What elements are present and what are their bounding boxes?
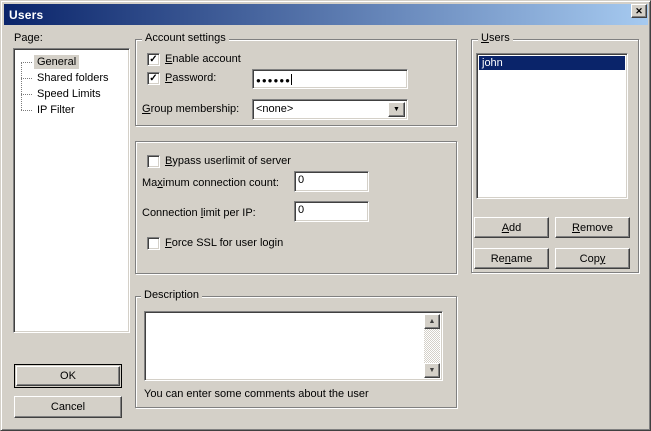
remove-user-button[interactable]: Remove (555, 217, 630, 238)
bypass-userlimit-label: Bypass userlimit of server (165, 155, 291, 168)
description-scrollbar[interactable]: ▲ ▼ (424, 314, 440, 378)
tree-item-label: General (34, 55, 79, 69)
password-input[interactable]: ●●●●●● (252, 69, 408, 89)
ip-limit-input[interactable]: 0 (294, 201, 369, 222)
password-dots: ●●●●●● (256, 76, 291, 85)
description-caption: You can enter some comments about the us… (144, 388, 369, 400)
tree-guide-line (21, 62, 22, 110)
description-textarea[interactable]: ▲ ▼ (144, 311, 443, 381)
tree-item-speed-limits[interactable]: Speed Limits (14, 86, 129, 102)
force-ssl-label: Force SSL for user login (165, 237, 283, 250)
ok-button-label: OK (60, 370, 76, 382)
tree-item-shared-folders[interactable]: Shared folders (14, 70, 129, 86)
tree-item-label: Speed Limits (34, 87, 104, 101)
scroll-up-button[interactable]: ▲ (424, 314, 440, 329)
checkmark-icon: ✓ (149, 54, 157, 65)
password-checkbox[interactable]: ✓ (147, 72, 160, 85)
users-dialog: Users ✕ Page: General Shared folders Spe… (0, 0, 651, 431)
tree-item-general[interactable]: General (14, 54, 129, 70)
password-label: Password: (165, 72, 216, 85)
add-user-button[interactable]: Add (474, 217, 549, 238)
window-title: Users (4, 8, 43, 22)
user-list-item[interactable]: john (479, 56, 625, 70)
cancel-button[interactable]: Cancel (14, 396, 122, 418)
tree-connector (21, 94, 32, 95)
ok-button[interactable]: OK (16, 366, 120, 386)
user-name: john (482, 57, 503, 69)
account-settings-title: Account settings (142, 32, 229, 45)
scroll-down-button[interactable]: ▼ (424, 363, 440, 378)
page-tree[interactable]: General Shared folders Speed Limits IP F… (13, 48, 130, 333)
group-membership-label: Group membership: (142, 103, 239, 115)
rename-user-button-label: Rename (491, 253, 533, 265)
close-button[interactable]: ✕ (631, 4, 647, 18)
tree-connector (21, 110, 32, 111)
enable-account-checkbox[interactable]: ✓ (147, 53, 160, 66)
title-bar[interactable]: Users (4, 4, 648, 25)
bypass-userlimit-checkbox[interactable] (147, 155, 160, 168)
cancel-button-label: Cancel (51, 401, 85, 413)
scroll-down-icon: ▼ (429, 367, 436, 374)
checkmark-icon: ✓ (149, 73, 157, 84)
close-icon: ✕ (635, 6, 643, 16)
tree-item-label: Shared folders (34, 71, 112, 85)
copy-user-button-label: Copy (580, 253, 606, 265)
chevron-down-icon: ▼ (393, 106, 400, 113)
tree-item-ip-filter[interactable]: IP Filter (14, 102, 129, 118)
group-membership-combobox[interactable]: <none> ▼ (252, 99, 408, 120)
ok-button-ring: OK (14, 364, 122, 388)
rename-user-button[interactable]: Rename (474, 248, 549, 269)
max-connection-input[interactable]: 0 (294, 171, 369, 192)
users-listbox[interactable]: john (476, 53, 628, 199)
description-title: Description (141, 289, 202, 302)
text-caret (291, 74, 292, 85)
copy-user-button[interactable]: Copy (555, 248, 630, 269)
scroll-up-icon: ▲ (429, 318, 436, 325)
combobox-dropdown-button[interactable]: ▼ (388, 102, 405, 117)
page-label: Page: (14, 32, 43, 44)
ip-limit-label: Connection limit per IP: (142, 207, 256, 219)
max-connection-label: Maximum connection count: (142, 177, 279, 189)
tree-connector (21, 62, 32, 63)
tree-item-label: IP Filter (34, 103, 78, 117)
tree-connector (21, 78, 32, 79)
combobox-value: <none> (256, 103, 293, 115)
remove-user-button-label: Remove (572, 222, 613, 234)
enable-account-label: Enable account (165, 53, 241, 66)
add-user-button-label: Add (502, 222, 522, 234)
users-group-title: Users (478, 32, 513, 45)
force-ssl-checkbox[interactable] (147, 237, 160, 250)
